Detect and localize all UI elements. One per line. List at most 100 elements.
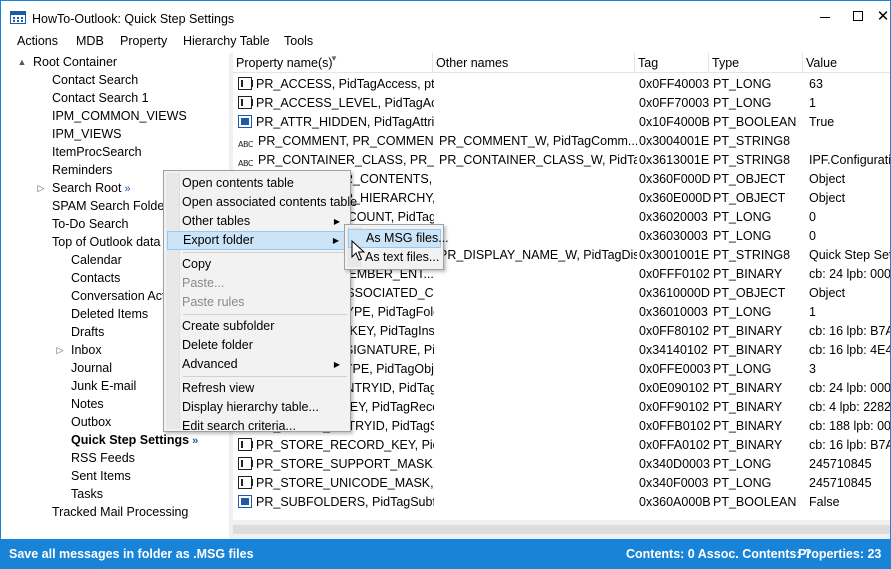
tree-item[interactable]: Journal (71, 359, 112, 377)
scrollbar-thumb[interactable] (233, 524, 890, 535)
table-row[interactable]: PR_ATTR_HIDDEN, PidTagAttri... 0x10F4000B… (233, 113, 890, 132)
table-row[interactable]: PR_SUBFOLDERS, PidTagSubfol... 0x360A000B… (233, 493, 890, 512)
close-button[interactable]: ✕ (863, 1, 891, 31)
cell-type: PT_OBJECT (713, 170, 805, 189)
tree-item[interactable]: Reminders (52, 161, 112, 179)
tree-item[interactable]: Junk E-mail (71, 377, 136, 395)
cell-other (439, 208, 637, 227)
cell-type: PT_LONG (713, 208, 805, 227)
menu-item-other-tables[interactable]: Other tables ▶ (167, 212, 348, 231)
menu-tools[interactable]: Tools (284, 34, 313, 48)
table-row[interactable]: PR_ACCESS, PidTagAccess, pta... 0x0FF4000… (233, 75, 890, 94)
cell-text: 1 (809, 305, 816, 319)
cell-text: cb: 4 lpb: 2282 (809, 400, 890, 414)
expand-arrow-icon[interactable]: ▷ (54, 341, 66, 359)
tree-item[interactable]: Conversation Action Settings (71, 287, 164, 305)
column-header-value[interactable]: Value (803, 53, 890, 73)
cell-type: PT_STRING8 (713, 132, 805, 151)
tree-item[interactable]: SPAM Search Folder 2 (52, 197, 164, 215)
tree-item[interactable]: ItemProcSearch (52, 143, 142, 161)
cell-type: PT_LONG (713, 360, 805, 379)
column-header-type[interactable]: Type (709, 53, 803, 73)
cell-tag: 0x3610000D (639, 284, 711, 303)
cell-value: True (809, 113, 890, 132)
menu-item-export-folder[interactable]: Export folder ▶ (167, 231, 348, 250)
cell-other (439, 436, 637, 455)
prop-type-bool-icon (238, 115, 252, 128)
menu-item-open-contents-table[interactable]: Open contents table (167, 174, 348, 193)
mouse-cursor-icon (351, 240, 365, 261)
tree-item[interactable]: Calendar (71, 251, 122, 269)
tree-item-label: Junk E-mail (71, 379, 137, 393)
tree-item[interactable]: To-Do Search (52, 215, 128, 233)
menu-actions[interactable]: Actions (17, 34, 58, 48)
tree-item[interactable]: Contact Search (52, 71, 138, 89)
tree-item-root[interactable]: ▲ Root Container (18, 53, 118, 71)
tree-item-search-root[interactable]: ▷ Search Root» (38, 179, 131, 197)
cell-text: 0x36010003 (639, 305, 708, 319)
menu-item-refresh-view[interactable]: Refresh view (167, 379, 348, 398)
cell-type: PT_OBJECT (713, 189, 805, 208)
tree-item[interactable]: IPM_COMMON_VIEWS (52, 107, 187, 125)
tree-item[interactable]: Contacts (71, 269, 120, 287)
menu-item-label: Copy (182, 257, 212, 271)
cell-text: PR_STORE_SUPPORT_MASK, Pi... (256, 457, 434, 471)
tree-item[interactable]: Deleted Items (71, 305, 148, 323)
tree-item[interactable]: Sent Items (71, 467, 131, 485)
menu-item-display-hierarchy-table[interactable]: Display hierarchy table... (167, 398, 348, 417)
menu-hierarchy-table[interactable]: Hierarchy Table (183, 34, 270, 48)
tree-item[interactable]: Tracked Mail Processing (52, 503, 188, 521)
table-row[interactable]: ABC PR_COMMENT, PR_COMMENT... PR_COMMENT_W… (233, 132, 890, 151)
menu-item-label: Other tables (182, 214, 251, 228)
horizontal-scrollbar[interactable] (233, 520, 890, 539)
cell-text: PT_BINARY (713, 343, 783, 357)
table-row[interactable]: PR_STORE_UNICODE_MASK, Pi... 0x340F0003 PT… (233, 474, 890, 493)
cell-other (439, 417, 637, 436)
cell-text: PT_LONG (713, 77, 772, 91)
cell-text: PR_STORE_RECORD_KEY, PidTa... (256, 438, 434, 452)
cell-text: PR_ACCESS_LEVEL, PidTagAcce... (256, 96, 434, 110)
column-header-tag[interactable]: Tag (635, 53, 709, 73)
tree-item[interactable]: IPM_VIEWS (52, 125, 121, 143)
cell-text: PT_BINARY (713, 400, 783, 414)
menu-item-delete-folder[interactable]: Delete folder (167, 336, 348, 355)
menu-item-advanced[interactable]: Advanced ▶ (167, 355, 348, 374)
table-row[interactable]: PR_STORE_SUPPORT_MASK, Pi... 0x340D0003PT… (233, 455, 890, 474)
cell-other (439, 284, 637, 303)
expand-arrow-icon[interactable]: ▷ (35, 179, 47, 197)
cell-other (439, 493, 637, 512)
cell-text: Object (809, 191, 846, 205)
prop-type-num-icon (238, 476, 253, 489)
tree-item[interactable]: Notes (71, 395, 104, 413)
cell-text: 0x360F000D (639, 172, 711, 186)
cell-value: cb: 24 lpb: 000 (809, 265, 890, 284)
collapse-arrow-icon[interactable]: ▲ (16, 53, 28, 71)
cell-text: 0x0FFA0102 (639, 438, 710, 452)
menu-item-create-subfolder[interactable]: Create subfolder (167, 317, 348, 336)
cell-other (439, 360, 637, 379)
tree-item-inbox[interactable]: ▷ Inbox (57, 341, 102, 359)
tree-item[interactable]: Tasks (71, 485, 103, 503)
tree-item[interactable]: Contact Search 1 (52, 89, 149, 107)
menu-mdb[interactable]: MDB (76, 34, 104, 48)
menu-item-copy[interactable]: Copy (167, 255, 348, 274)
table-row[interactable]: ABC PR_CONTAINER_CLASS, PR_CO... PR_CONTAI… (233, 151, 890, 170)
tree-item[interactable]: Outbox (71, 413, 111, 431)
title-bar: HowTo-Outlook: Quick Step Settings ✕ (1, 1, 890, 31)
table-row[interactable]: PR_STORE_RECORD_KEY, PidTa... 0x0FFA0102P… (233, 436, 890, 455)
grid-header: Property name(s) ▼ Other names Tag Type V… (233, 53, 890, 73)
menu-property[interactable]: Property (120, 34, 167, 48)
cell-tag: 0x0FFA0102 (639, 436, 711, 455)
menu-item-label: Edit search criteria... (182, 419, 296, 433)
cell-tag: 0x34140102 (639, 341, 711, 360)
column-header-other-names[interactable]: Other names (433, 53, 635, 73)
tree-item[interactable]: Drafts (71, 323, 104, 341)
cell-value: Quick Step Settings (809, 246, 890, 265)
tree-item[interactable]: RSS Feeds (71, 449, 135, 467)
menu-item-edit-search-criteria[interactable]: Edit search criteria... (167, 417, 348, 436)
menu-item-open-associated-contents-table[interactable]: Open associated contents table (167, 193, 357, 212)
tree-item-top-of-outlook[interactable]: ◢Top of Outlook data file (52, 233, 164, 251)
table-row[interactable]: PR_ACCESS_LEVEL, PidTagAcce... 0x0FF70003… (233, 94, 890, 113)
cell-other (439, 170, 637, 189)
column-header-property-name[interactable]: Property name(s) ▼ (233, 53, 433, 73)
